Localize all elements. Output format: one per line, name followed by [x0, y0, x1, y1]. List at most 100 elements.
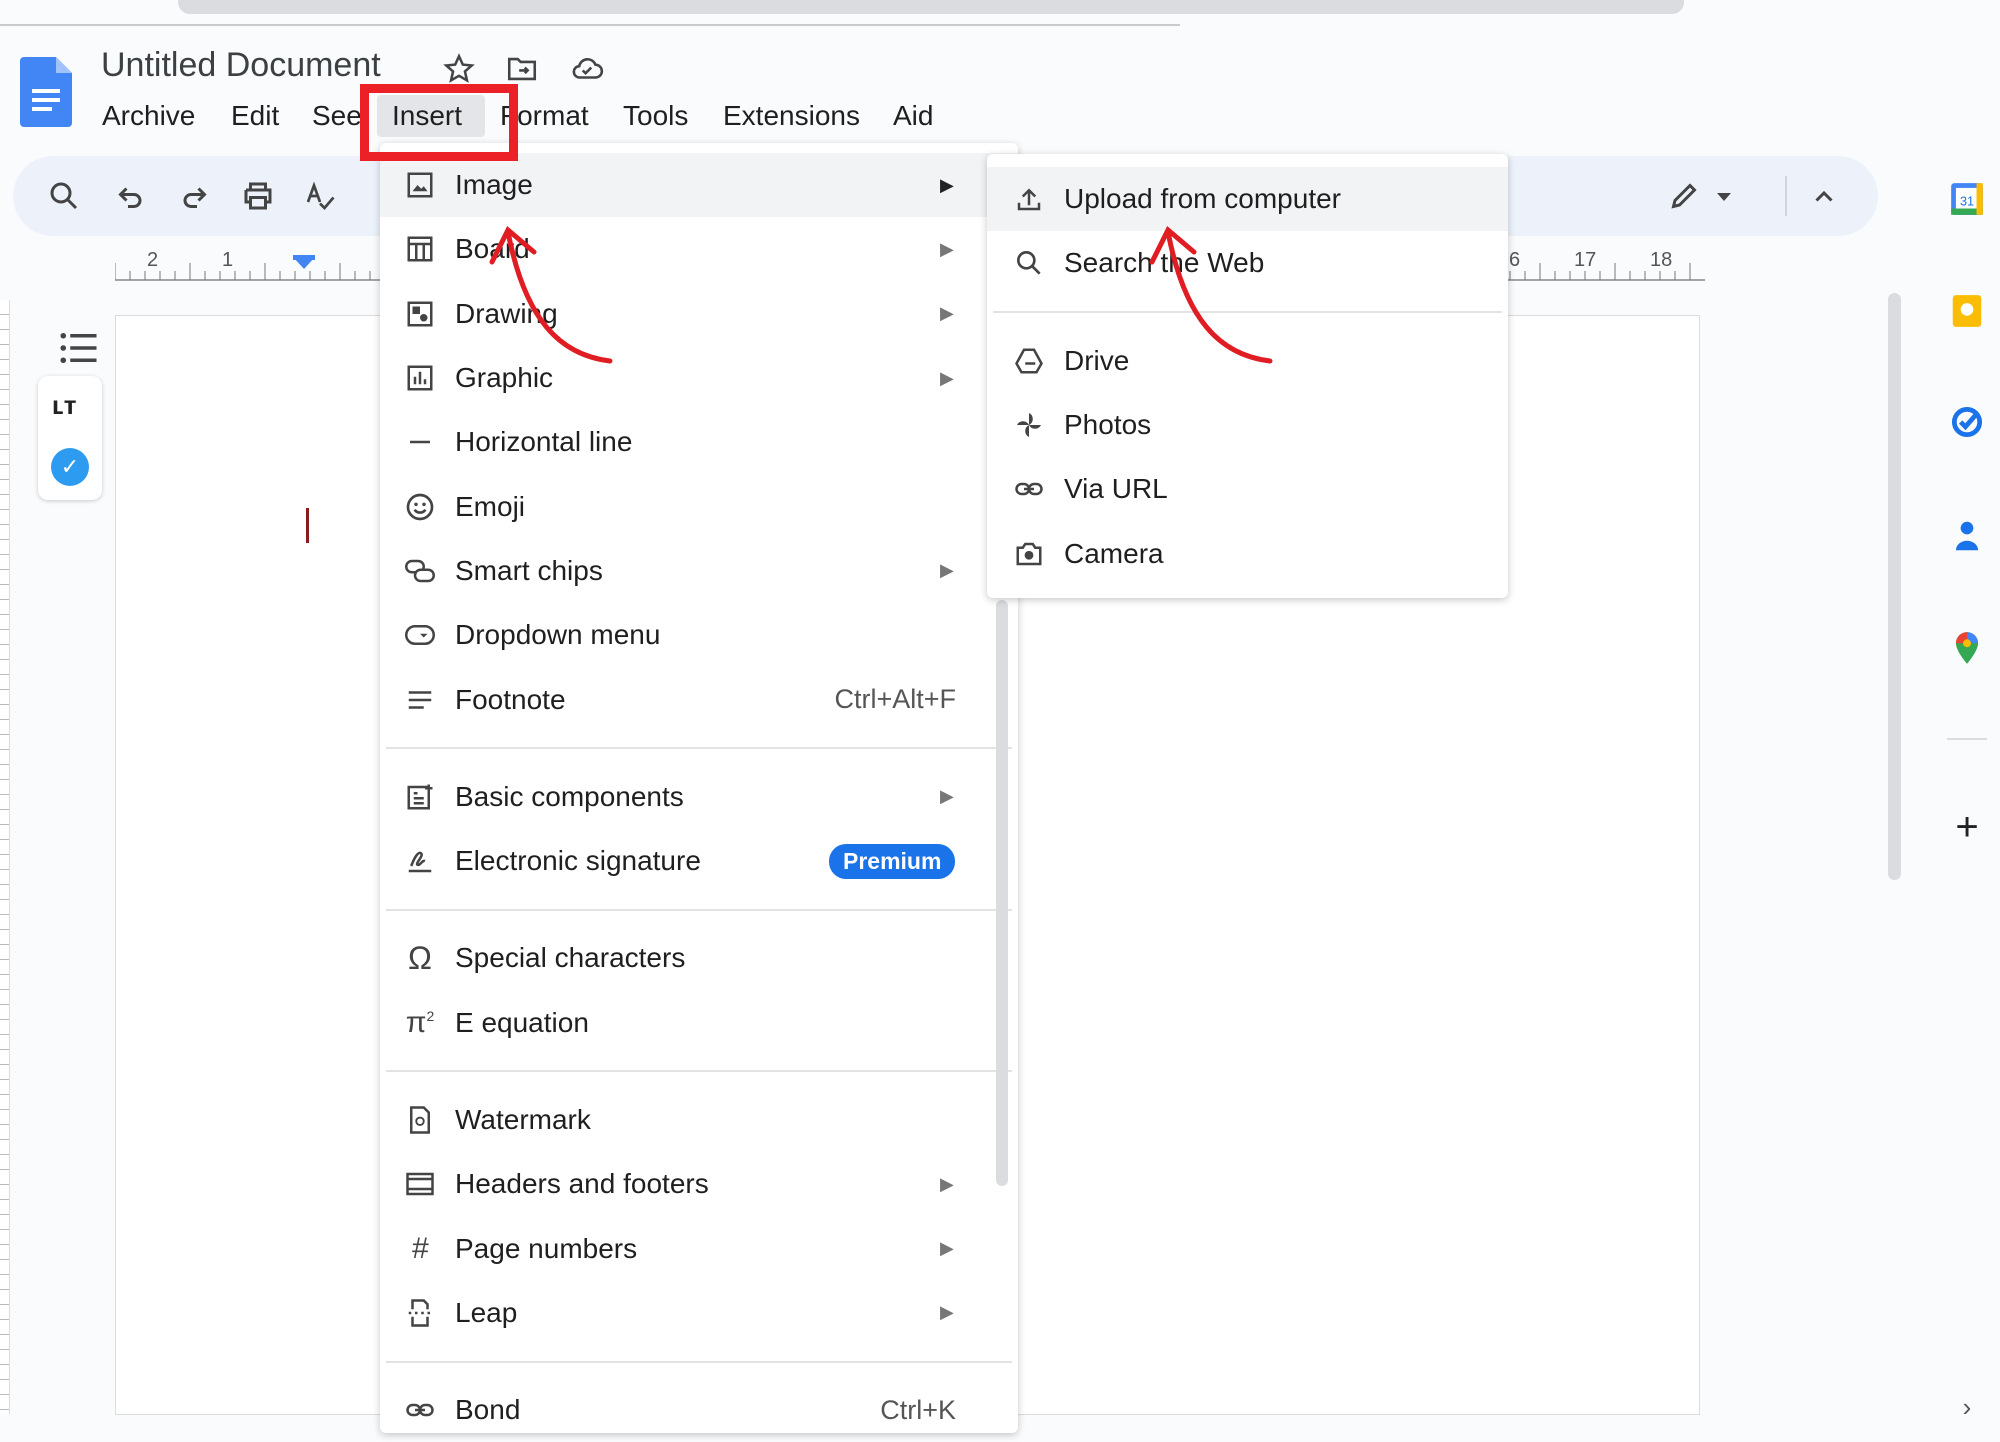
menu-item-label: Upload from computer: [1064, 183, 1342, 215]
menu-item-electronic-signature[interactable]: Electronic signature Premium: [380, 829, 1018, 893]
edit-mode-pencil-icon[interactable]: [1666, 178, 1702, 214]
menu-item-label: Special characters: [455, 942, 686, 974]
submenu-arrow-icon: ▶: [940, 174, 954, 195]
menu-item-bond[interactable]: Bond Ctrl+K: [380, 1378, 1018, 1442]
divider: [386, 1070, 1012, 1073]
divider: [993, 311, 1502, 314]
menu-aid[interactable]: Aid: [889, 98, 937, 134]
menu-item-watermark[interactable]: Watermark: [380, 1088, 1018, 1152]
menu-item-label: Emoji: [455, 490, 526, 522]
document-scrollbar[interactable]: [1888, 293, 1901, 880]
menu-item-label: Bond: [455, 1394, 521, 1426]
star-icon[interactable]: [442, 52, 476, 86]
upload-icon: [1011, 181, 1047, 217]
calendar-icon[interactable]: 31: [1948, 180, 1986, 218]
menu-item-drive[interactable]: Drive: [987, 329, 1508, 393]
expand-side-panel-chevron-icon[interactable]: ›: [1948, 1392, 1986, 1430]
add-addon-plus-icon[interactable]: +: [1948, 807, 1986, 847]
menu-extensions[interactable]: Extensions: [719, 98, 864, 134]
menu-item-special-characters[interactable]: Ω Special characters: [380, 926, 1018, 990]
menu-scrollbar[interactable]: [996, 600, 1008, 1186]
menu-see[interactable]: See: [308, 98, 362, 134]
submenu-arrow-icon: ▶: [940, 1173, 954, 1194]
menu-item-label: Horizontal line: [455, 426, 633, 458]
menu-item-leap[interactable]: Leap ▶: [380, 1281, 1018, 1345]
menu-item-search-the-web[interactable]: Search the Web: [987, 231, 1508, 295]
omega-icon: Ω: [408, 939, 432, 976]
menu-item-board[interactable]: Board ▶: [380, 217, 1018, 281]
menu-item-dropdown-menu[interactable]: Dropdown menu: [380, 603, 1018, 667]
side-panel-divider: [1947, 738, 1987, 740]
menu-item-camera[interactable]: Camera: [987, 521, 1508, 585]
menu-item-upload-from-computer[interactable]: Upload from computer: [987, 167, 1508, 232]
header-footer-icon: [402, 1166, 438, 1202]
menu-item-page-numbers[interactable]: # Page numbers ▶: [380, 1216, 1018, 1280]
undo-icon[interactable]: [113, 178, 149, 214]
menu-item-label: E equation: [455, 1006, 589, 1038]
menu-item-smart-chips[interactable]: Smart chips ▶: [380, 539, 1018, 603]
menu-separator: [380, 1055, 1018, 1088]
premium-badge: Premium: [829, 843, 956, 879]
check-icon[interactable]: ✓: [51, 448, 89, 486]
signature-icon: [402, 843, 438, 879]
submenu-arrow-icon: ▶: [940, 367, 954, 388]
menu-item-via-url[interactable]: Via URL: [987, 457, 1508, 521]
menu-item-footnote[interactable]: Footnote Ctrl+Alt+F: [380, 667, 1018, 731]
menu-item-photos[interactable]: Photos: [987, 393, 1508, 457]
contacts-icon[interactable]: [1948, 517, 1986, 555]
camera-icon: [1011, 536, 1047, 572]
menu-item-label: Search the Web: [1064, 247, 1265, 279]
toolbar-divider: [1785, 176, 1787, 216]
ruler-label: 17: [1574, 249, 1597, 271]
menu-item-drawing[interactable]: Drawing ▶: [380, 282, 1018, 346]
print-icon[interactable]: [240, 178, 276, 214]
document-title[interactable]: Untitled Document: [101, 46, 381, 85]
menu-separator: [987, 296, 1508, 329]
browser-address-bar[interactable]: [178, 0, 1684, 14]
image-submenu: Upload from computer Search the Web Drive P…: [987, 154, 1508, 598]
dropdown-icon: [402, 617, 438, 653]
menu-item-image[interactable]: Image ▶: [380, 153, 1018, 218]
edit-mode-dropdown-icon[interactable]: [1712, 178, 1736, 214]
menu-tools[interactable]: Tools: [619, 98, 692, 134]
menu-item-emoji[interactable]: Emoji: [380, 474, 1018, 538]
menu-item-label: Smart chips: [455, 554, 603, 586]
keep-icon[interactable]: [1948, 292, 1986, 330]
drive-icon: [1011, 343, 1047, 379]
languagetool-logo-icon: ʟᴛ: [52, 390, 77, 420]
menu-item-label: Board: [455, 233, 530, 265]
menu-item-horizontal-line[interactable]: Horizontal line: [380, 410, 1018, 474]
menu-item-graphic[interactable]: Graphic ▶: [380, 346, 1018, 410]
menu-item-e-equation[interactable]: π2 E equation: [380, 991, 1018, 1055]
docs-logo-icon[interactable]: [20, 57, 72, 127]
cloud-saved-icon[interactable]: [569, 52, 604, 86]
hash-icon: #: [411, 1231, 429, 1265]
tasks-icon[interactable]: [1948, 403, 1986, 441]
menu-separator: [380, 893, 1018, 926]
spellcheck-icon[interactable]: [302, 178, 338, 214]
menu-item-label: Drive: [1064, 344, 1130, 376]
menu-item-basic-components[interactable]: Basic components ▶: [380, 765, 1018, 829]
maps-icon[interactable]: [1948, 629, 1986, 667]
languagetool-widget[interactable]: ʟᴛ ✓: [38, 376, 102, 500]
search-icon[interactable]: [46, 178, 82, 214]
menu-item-label: Page numbers: [455, 1232, 638, 1264]
move-folder-icon[interactable]: [505, 52, 539, 86]
svg-text:31: 31: [1960, 194, 1974, 208]
menu-archive[interactable]: Archive: [98, 98, 199, 134]
redo-icon[interactable]: [176, 178, 212, 214]
footnote-icon: [402, 682, 438, 718]
collapse-toolbar-icon[interactable]: [1806, 178, 1842, 214]
menu-separator: [380, 732, 1018, 765]
horizontal-line-icon: [402, 424, 438, 460]
menu-item-label: Footnote: [455, 683, 566, 715]
vertical-ruler[interactable]: [0, 300, 10, 1414]
ruler-label: 2: [147, 249, 159, 271]
menu-item-headers-and-footers[interactable]: Headers and footers ▶: [380, 1152, 1018, 1216]
document-outline-icon[interactable]: [58, 330, 100, 366]
divider: [386, 1360, 1012, 1363]
menu-item-label: Image: [455, 169, 533, 201]
menu-edit[interactable]: Edit: [227, 98, 283, 134]
shortcut: Ctrl+K: [880, 1394, 956, 1425]
menu-item-label: Drawing: [455, 297, 558, 329]
